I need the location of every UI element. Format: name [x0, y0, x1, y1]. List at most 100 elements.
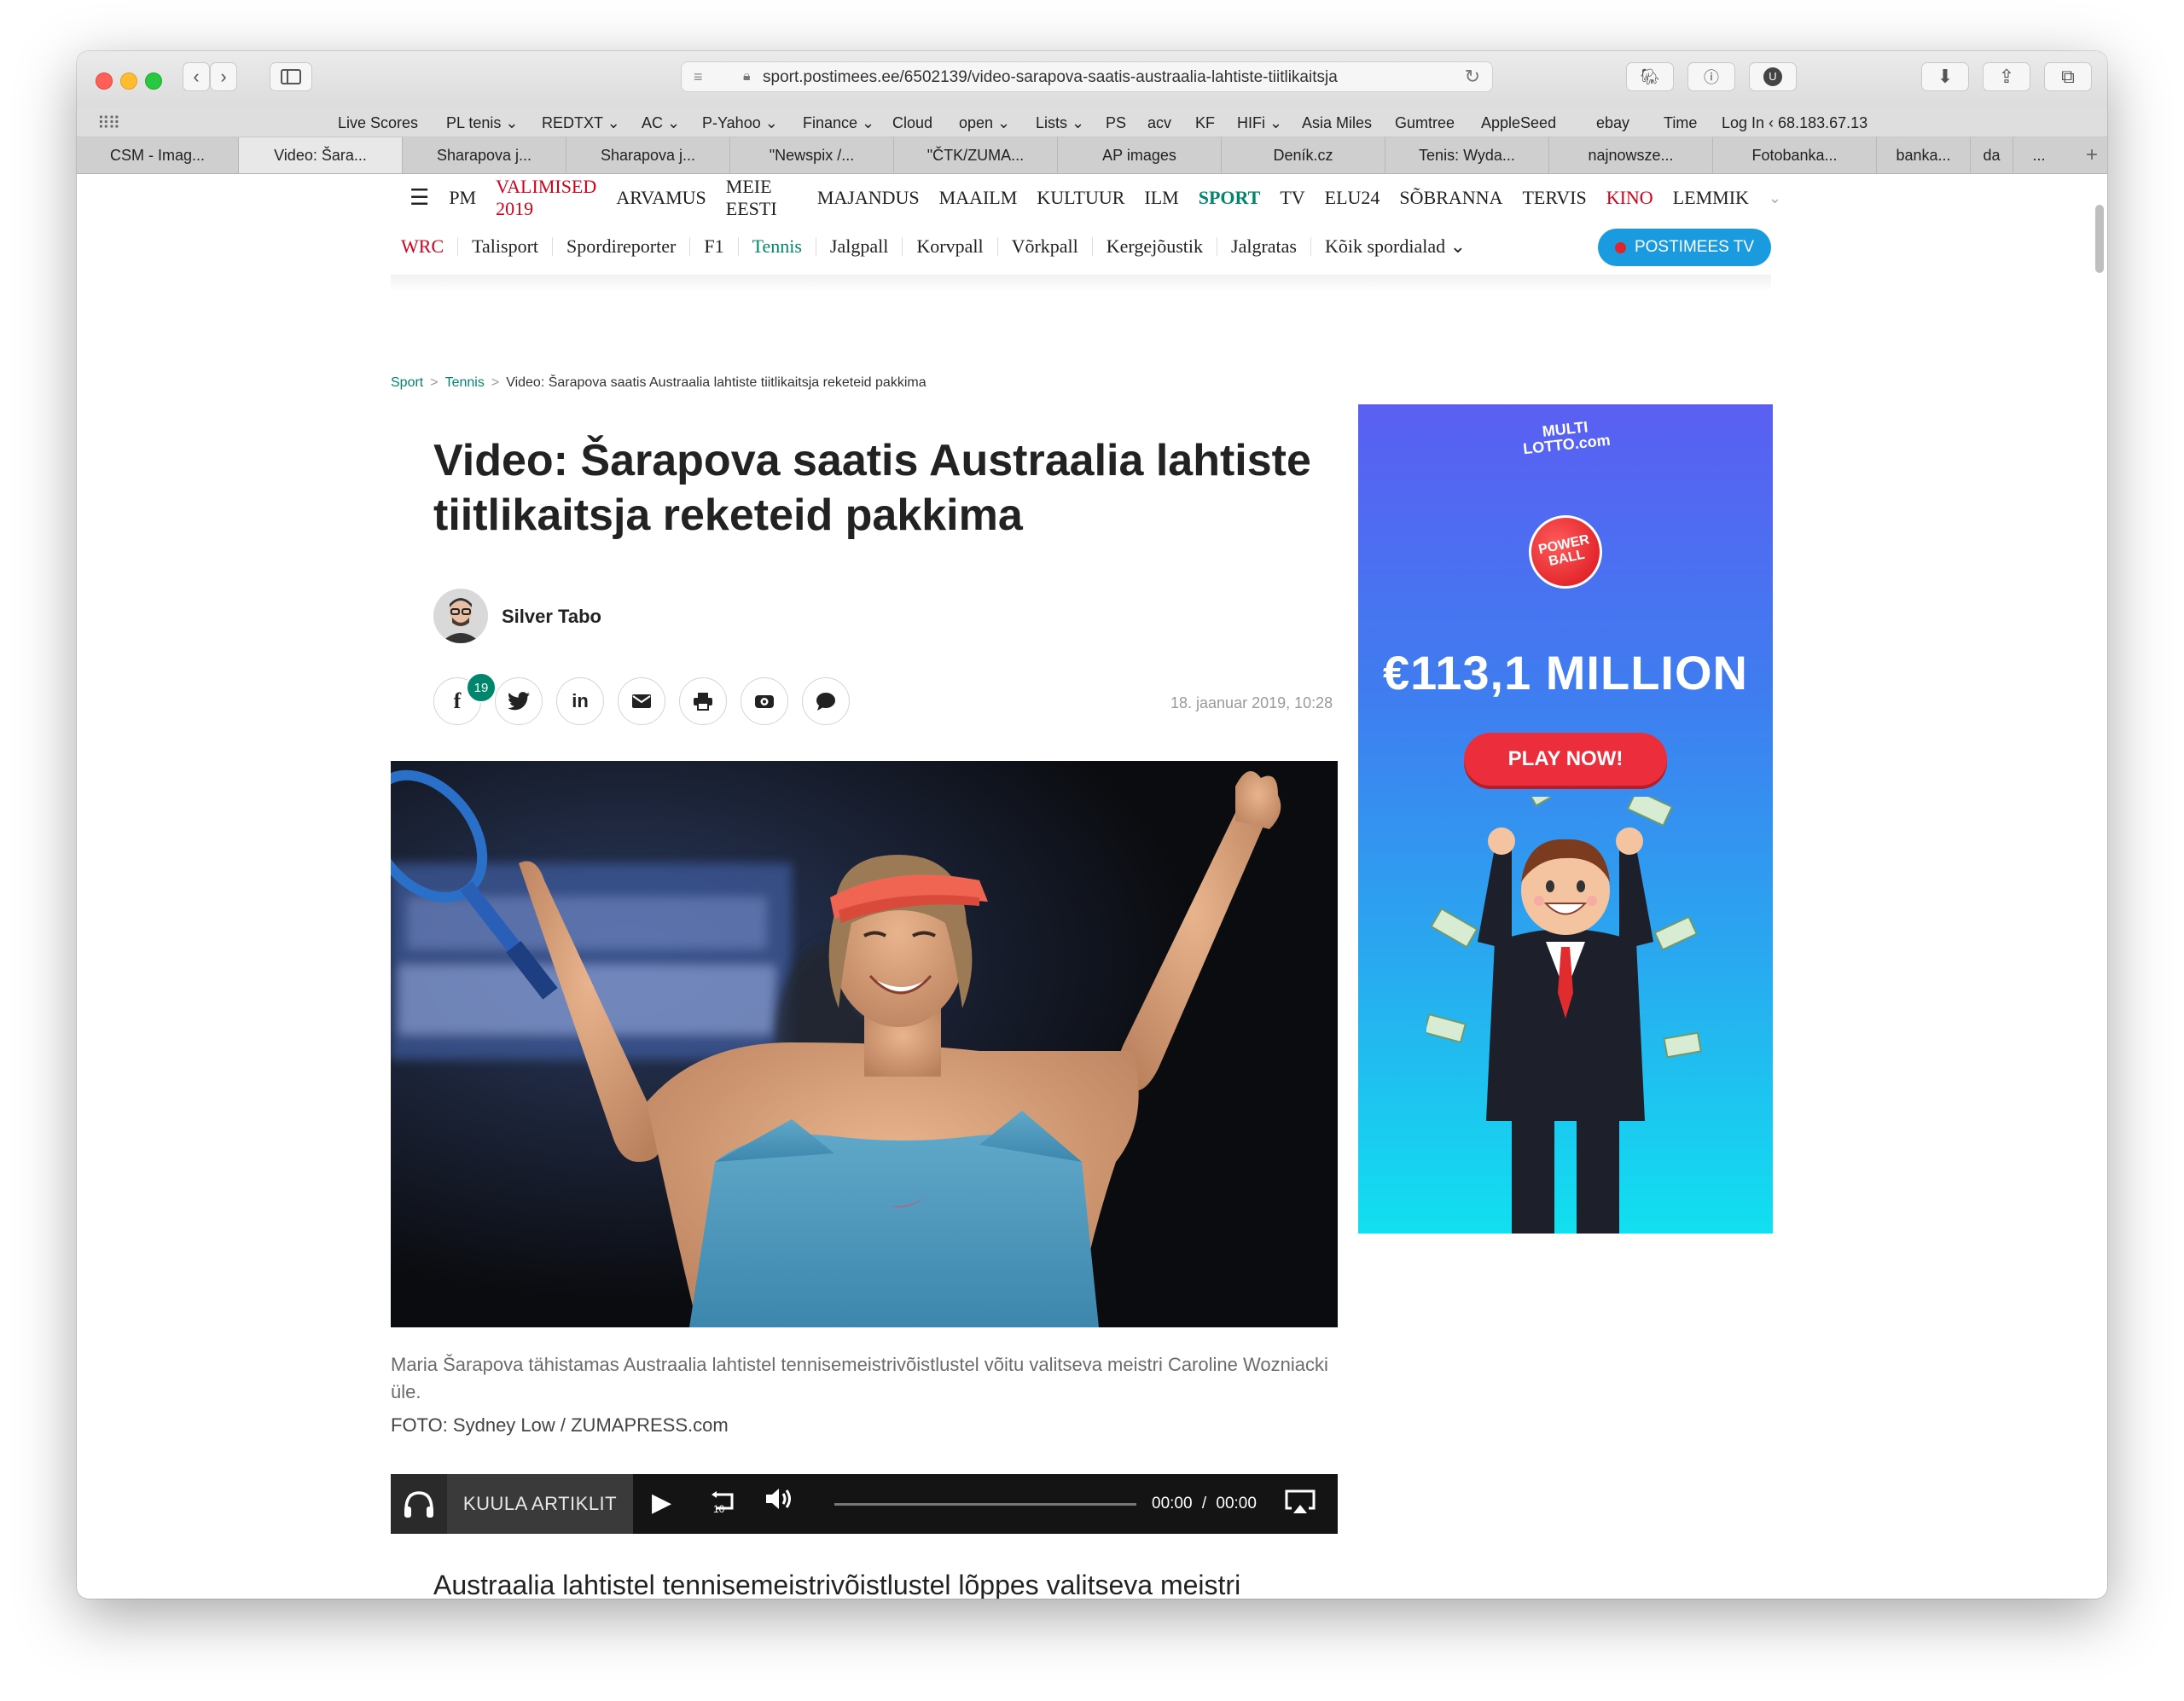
- nav-item-tervis[interactable]: TERVIS: [1522, 187, 1586, 209]
- advertisement-banner[interactable]: MULTI LOTTO.com POWER BALL €113,1 MILLIO…: [1358, 404, 1773, 1234]
- bookmark[interactable]: REDTXT ⌄: [542, 114, 620, 132]
- ublock-extension-button[interactable]: U: [1749, 62, 1797, 91]
- volume-icon[interactable]: [764, 1486, 793, 1518]
- browser-tab[interactable]: Sharapova j...: [403, 137, 566, 173]
- page-scrollbar[interactable]: [2095, 205, 2104, 273]
- browser-tab-active[interactable]: Video: Šara...: [239, 137, 403, 173]
- comments-button[interactable]: [802, 677, 850, 725]
- browser-tab[interactable]: AP images: [1058, 137, 1222, 173]
- share-twitter-button[interactable]: [495, 677, 543, 725]
- nav-item-maailm[interactable]: MAAILM: [939, 187, 1018, 209]
- browser-tab[interactable]: Sharapova j...: [566, 137, 730, 173]
- bookmark[interactable]: Asia Miles: [1302, 114, 1372, 132]
- forward-button[interactable]: ›: [210, 62, 237, 91]
- nav-item-kultuur[interactable]: KULTUUR: [1037, 187, 1124, 209]
- author-avatar[interactable]: [433, 589, 488, 643]
- nav-item-arvamus[interactable]: ARVAMUS: [616, 187, 706, 209]
- nav-item-meie-eesti[interactable]: MEIE EESTI: [726, 176, 798, 220]
- minimize-window-button[interactable]: [120, 73, 137, 90]
- rewind-10-icon[interactable]: 10: [708, 1488, 737, 1523]
- nav-item-sobranna[interactable]: SÕBRANNA: [1399, 187, 1502, 209]
- share-email-button[interactable]: [618, 677, 665, 725]
- bookmark[interactable]: Time: [1664, 114, 1697, 132]
- nav-item-majandus[interactable]: MAJANDUS: [817, 187, 920, 209]
- share-button[interactable]: ⇪: [1983, 62, 2030, 91]
- print-button[interactable]: [679, 677, 727, 725]
- browser-tab[interactable]: Fotobanka...: [1713, 137, 1877, 173]
- progress-slider[interactable]: [834, 1503, 1136, 1506]
- bookmark[interactable]: P-Yahoo ⌄: [702, 114, 778, 132]
- browser-tab[interactable]: banka...: [1877, 137, 1971, 173]
- play-icon[interactable]: ▶: [652, 1488, 671, 1518]
- downloads-button[interactable]: ⬇︎: [1921, 62, 1969, 91]
- show-tabs-button[interactable]: ⧉: [2044, 62, 2092, 91]
- breadcrumb-tennis[interactable]: Tennis: [445, 375, 485, 390]
- browser-tab[interactable]: najnowsze...: [1549, 137, 1713, 173]
- nav-item-sport[interactable]: SPORT: [1199, 187, 1261, 209]
- postimees-tv-button[interactable]: POSTIMEES TV: [1598, 229, 1771, 266]
- new-tab-button[interactable]: +: [2077, 137, 2107, 173]
- subnav-item-spordireporter[interactable]: Spordireporter: [553, 237, 691, 256]
- bookmark[interactable]: AC ⌄: [642, 114, 680, 132]
- bookmark[interactable]: Lists ⌄: [1036, 114, 1084, 132]
- subnav-item-f1[interactable]: F1: [690, 237, 739, 256]
- back-button[interactable]: ‹: [183, 62, 210, 91]
- bookmark[interactable]: AppleSeed: [1481, 114, 1556, 132]
- bookmark[interactable]: open ⌄: [959, 114, 1010, 132]
- browser-tab[interactable]: da: [1971, 137, 2013, 173]
- subnav-item-korvpall[interactable]: Korvpall: [903, 237, 998, 256]
- hamburger-menu-icon[interactable]: ☰: [410, 185, 429, 211]
- subnav-item-jalgratas[interactable]: Jalgratas: [1217, 237, 1311, 256]
- nav-item-valimised[interactable]: VALIMISED 2019: [496, 176, 596, 220]
- browser-tab[interactable]: "Newspix /...: [730, 137, 894, 173]
- browser-tab[interactable]: Deník.cz: [1222, 137, 1385, 173]
- browser-tab[interactable]: CSM - Imag...: [77, 137, 239, 173]
- subnav-item-wrc[interactable]: WRC: [391, 237, 459, 256]
- subnav-item-tennis[interactable]: Tennis: [739, 237, 816, 256]
- bookmark[interactable]: Gumtree: [1395, 114, 1455, 132]
- browser-tab[interactable]: "ČTK/ZUMA...: [894, 137, 1058, 173]
- bookmark[interactable]: ebay: [1596, 114, 1629, 132]
- subnav-item-kergejoustik[interactable]: Kergejõustik: [1093, 237, 1218, 256]
- share-linkedin-button[interactable]: in: [556, 677, 604, 725]
- bookmark[interactable]: HIFi ⌄: [1237, 114, 1282, 132]
- grid-icon[interactable]: ⠿⠿: [97, 113, 120, 134]
- bookmark[interactable]: Live Scores: [338, 114, 418, 132]
- sidebar-toggle-button[interactable]: [270, 62, 312, 91]
- sidebar-icon: [281, 69, 301, 84]
- subnav-item-koik-spordialad[interactable]: Kõik spordialad ⌄: [1311, 237, 1479, 256]
- subnav-item-vorkpall[interactable]: Võrkpall: [998, 237, 1093, 256]
- reader-icon[interactable]: ≡: [694, 68, 703, 86]
- zoom-window-button[interactable]: [145, 73, 162, 90]
- subnav-item-jalgpall[interactable]: Jalgpall: [816, 237, 903, 256]
- bookmark[interactable]: KF: [1195, 114, 1215, 132]
- bookmark[interactable]: PL tenis ⌄: [446, 114, 518, 132]
- evernote-extension-button[interactable]: 🐘︎: [1626, 62, 1674, 91]
- article-photo[interactable]: [391, 761, 1338, 1327]
- nav-item-lemmik[interactable]: LEMMIK: [1673, 187, 1749, 209]
- bookmark[interactable]: Finance ⌄: [803, 114, 874, 132]
- author-name[interactable]: Silver Tabo: [502, 606, 601, 628]
- airplay-icon[interactable]: [1285, 1489, 1316, 1521]
- bookmark[interactable]: Log In ‹ 68.183.67.13: [1722, 114, 1867, 132]
- play-now-button[interactable]: PLAY NOW!: [1464, 733, 1667, 786]
- report-error-button[interactable]: [741, 677, 788, 725]
- bookmark[interactable]: acv: [1147, 114, 1171, 132]
- bookmark[interactable]: PS: [1106, 114, 1126, 132]
- nav-item-ilm[interactable]: ILM: [1144, 187, 1178, 209]
- nav-item-pm[interactable]: PM: [449, 187, 476, 209]
- nav-item-kino[interactable]: KINO: [1606, 187, 1653, 209]
- bookmark[interactable]: Cloud: [892, 114, 932, 132]
- password-extension-button[interactable]: ⓘ: [1687, 62, 1735, 91]
- address-bar[interactable]: ≡ 🔒︎ sport.postimees.ee/6502139/video-sa…: [681, 61, 1493, 92]
- nav-item-elu24[interactable]: ELU24: [1325, 187, 1380, 209]
- chevron-down-icon[interactable]: ⌄: [1769, 189, 1781, 207]
- more-tabs-button[interactable]: ...: [2013, 137, 2065, 173]
- browser-tab[interactable]: Tenis: Wyda...: [1385, 137, 1549, 173]
- close-window-button[interactable]: [96, 73, 113, 90]
- reload-icon[interactable]: ↻: [1465, 66, 1480, 88]
- url-text[interactable]: sport.postimees.ee/6502139/video-sarapov…: [763, 68, 1411, 87]
- subnav-item-talisport[interactable]: Talisport: [458, 237, 554, 256]
- nav-item-tv[interactable]: TV: [1280, 187, 1304, 209]
- breadcrumb-sport[interactable]: Sport: [391, 375, 423, 390]
